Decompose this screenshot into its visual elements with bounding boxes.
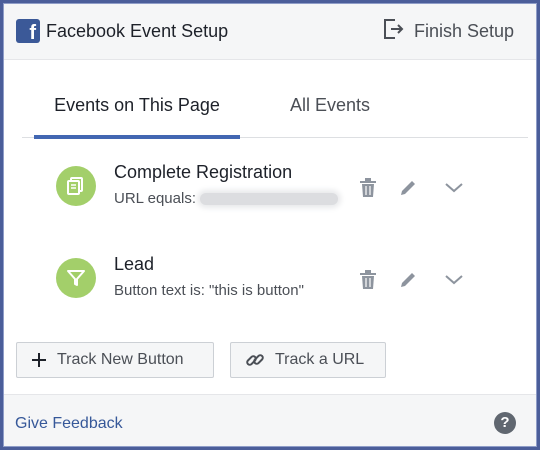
pencil-icon [401,273,415,287]
exit-icon [382,17,404,46]
link-icon [246,354,264,366]
track-url-label: Track a URL [275,351,365,368]
expand-event-button[interactable] [442,268,466,292]
facebook-logo-icon: f [16,19,40,43]
trash-icon [360,270,376,289]
event-name: Lead [114,254,155,274]
event-condition-text: URL equals: [114,190,196,207]
event-condition: Button text is: "this is button" [114,282,304,299]
track-new-button-label: Track New Button [57,351,184,368]
event-name: Complete Registration [114,162,293,182]
active-tab-indicator [34,135,240,139]
help-icon[interactable]: ? [494,412,516,434]
plus-icon [32,353,46,367]
panel-header: f Facebook Event Setup Finish Setup [4,4,536,60]
event-condition: URL equals: [114,190,338,207]
expand-event-button[interactable] [442,176,466,200]
track-new-button-button[interactable]: Track New Button [16,342,214,378]
event-row-complete-registration: Complete Registration URL equals: [56,162,486,212]
delete-event-button[interactable] [356,268,380,292]
edit-event-button[interactable] [396,268,420,292]
finish-setup-label: Finish Setup [414,20,515,41]
track-url-button[interactable]: Track a URL [230,342,386,378]
event-row-lead: Lead Button text is: "this is button" [56,254,486,304]
document-icon [56,166,96,206]
trash-icon [360,178,376,197]
chevron-down-icon [445,275,463,285]
chevron-down-icon [445,183,463,193]
filter-icon [56,258,96,298]
delete-event-button[interactable] [356,176,380,200]
edit-event-button[interactable] [396,176,420,200]
panel-title: Facebook Event Setup [46,21,229,41]
finish-setup-button[interactable]: Finish Setup [382,16,514,46]
give-feedback-link[interactable]: Give Feedback [15,415,123,433]
tab-events-on-this-page[interactable]: Events on This Page [34,62,240,138]
tab-bar: Events on This Page All Events [22,62,528,139]
pencil-icon [401,181,415,195]
tab-all-events[interactable]: All Events [270,62,390,138]
event-setup-panel: f Facebook Event Setup Finish Setup Even… [3,3,537,447]
panel-footer: Give Feedback ? [4,394,536,446]
redacted-url [200,193,338,206]
